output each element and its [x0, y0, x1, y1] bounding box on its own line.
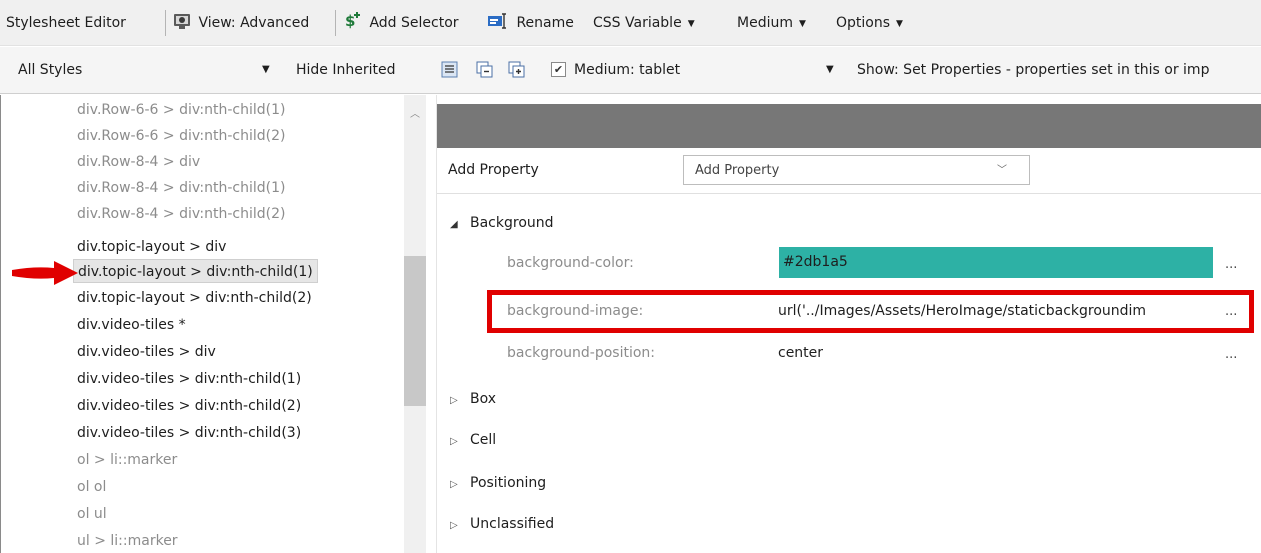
rename-icon	[488, 13, 506, 29]
dropdown-caret-icon: ▼	[896, 19, 903, 29]
filter-toolbar: All Styles ▼ Hide Inherited ✔ Medium: ta…	[0, 47, 1261, 94]
expanded-triangle-icon: ◢	[450, 219, 458, 230]
medium-tablet-checkbox[interactable]: ✔	[551, 62, 566, 77]
options-label: Options	[836, 15, 891, 31]
view-advanced-button[interactable]: View: Advanced	[172, 11, 309, 35]
selector-item-selected[interactable]: div.topic-layout > div:nth-child(1)	[73, 259, 318, 283]
checkmark-icon: ✔	[553, 63, 564, 76]
category-positioning[interactable]: ▷ Positioning	[450, 472, 546, 494]
styles-dropdown[interactable]: All Styles	[18, 58, 82, 82]
highlight-box	[487, 290, 1254, 333]
category-unclassified[interactable]: ▷ Unclassified	[450, 513, 554, 535]
category-label: Box	[470, 391, 497, 407]
selector-item[interactable]: div.Row-8-4 > div:nth-child(1)	[77, 176, 285, 200]
add-selector-icon: $	[345, 12, 360, 30]
show-dropdown[interactable]: Show: Set Properties - properties set in…	[857, 58, 1209, 82]
property-name: background-color:	[507, 255, 634, 271]
app-title: Stylesheet Editor	[6, 15, 126, 31]
collapse-all-icon[interactable]	[476, 61, 493, 78]
expand-all-icon[interactable]	[508, 61, 525, 78]
background-position-value[interactable]: center	[778, 341, 823, 365]
options-menu[interactable]: Options ▼	[836, 11, 903, 35]
red-arrow-icon	[12, 261, 78, 285]
dropdown-caret-icon: ▼	[798, 19, 806, 29]
rename-label: Rename	[516, 15, 574, 31]
selector-item[interactable]: div.video-tiles *	[77, 313, 186, 337]
tree-scrollbar-thumb[interactable]	[404, 256, 426, 406]
add-property-placeholder: Add Property	[695, 163, 780, 178]
selector-item[interactable]: div.topic-layout > div:nth-child(2)	[77, 286, 312, 310]
background-color-value[interactable]: #2db1a5	[779, 247, 1213, 278]
toolbar-separator	[335, 10, 336, 36]
collapsed-triangle-icon: ▷	[450, 436, 458, 447]
view-label: View: Advanced	[198, 15, 310, 31]
list-view-icon[interactable]	[441, 61, 458, 78]
more-button[interactable]: ...	[1225, 343, 1237, 367]
category-label: Cell	[470, 432, 497, 448]
selector-item[interactable]: div.video-tiles > div:nth-child(2)	[77, 394, 301, 418]
dropdown-caret-icon: ▼	[687, 19, 695, 29]
show-dropdown-arrow-icon[interactable]: ▼	[826, 58, 834, 82]
selector-item[interactable]: ol ol	[77, 475, 106, 499]
more-button[interactable]: ...	[1225, 253, 1237, 277]
add-selector-label: Add Selector	[369, 15, 459, 31]
collapsed-triangle-icon: ▷	[450, 479, 458, 490]
selector-item[interactable]: div.video-tiles > div:nth-child(1)	[77, 367, 301, 391]
category-label: Background	[470, 215, 554, 231]
panel-border	[436, 95, 437, 553]
selector-item[interactable]: div.Row-8-4 > div	[77, 150, 200, 174]
selector-item[interactable]: ul > li::marker	[77, 529, 178, 553]
chevron-down-icon: ﹀	[997, 165, 1007, 176]
medium-label: Medium	[737, 15, 793, 31]
css-variable-menu[interactable]: CSS Variable ▼	[593, 11, 695, 35]
collapsed-triangle-icon: ▷	[450, 520, 458, 531]
category-box[interactable]: ▷ Box	[450, 388, 496, 410]
selector-item[interactable]: div.Row-8-4 > div:nth-child(2)	[77, 202, 285, 226]
styles-dropdown-arrow-icon[interactable]: ▼	[262, 58, 270, 82]
selector-item[interactable]: ol > li::marker	[77, 448, 177, 472]
category-label: Positioning	[470, 475, 547, 491]
main-toolbar: Stylesheet Editor View: Advanced $ Add S…	[0, 0, 1261, 46]
selector-tree-panel	[0, 95, 426, 553]
divider	[437, 193, 1261, 194]
category-background[interactable]: ◢ Background	[450, 212, 554, 234]
scroll-up-arrow-icon[interactable]: ︿	[404, 105, 426, 120]
selector-item[interactable]: div.Row-6-6 > div:nth-child(1)	[77, 98, 285, 122]
panel-border	[0, 95, 1, 553]
medium-tablet-label: Medium: tablet	[574, 62, 681, 78]
selector-item[interactable]: ol ul	[77, 502, 107, 526]
property-name: background-position:	[507, 345, 656, 361]
toolbar-separator	[165, 10, 166, 36]
add-property-dropdown[interactable]: Add Property ﹀	[683, 155, 1030, 185]
svg-text:$: $	[345, 12, 355, 30]
category-label: Unclassified	[470, 516, 555, 532]
styles-dropdown-value: All Styles	[18, 62, 83, 78]
selector-item[interactable]: div.video-tiles > div:nth-child(3)	[77, 421, 301, 445]
view-icon	[174, 14, 190, 29]
css-variable-label: CSS Variable	[593, 15, 682, 31]
hide-inherited-button[interactable]: Hide Inherited	[296, 58, 396, 82]
selector-item[interactable]: div.topic-layout > div	[77, 235, 226, 259]
category-cell[interactable]: ▷ Cell	[450, 429, 496, 451]
add-property-label: Add Property	[448, 162, 539, 178]
rename-button[interactable]: Rename	[487, 11, 574, 35]
selector-item[interactable]: div.video-tiles > div	[77, 340, 216, 364]
add-selector-button[interactable]: $ Add Selector	[344, 11, 459, 35]
medium-menu[interactable]: Medium ▼	[737, 11, 806, 35]
preview-bar	[437, 104, 1261, 148]
collapsed-triangle-icon: ▷	[450, 395, 458, 406]
selector-item[interactable]: div.Row-6-6 > div:nth-child(2)	[77, 124, 285, 148]
